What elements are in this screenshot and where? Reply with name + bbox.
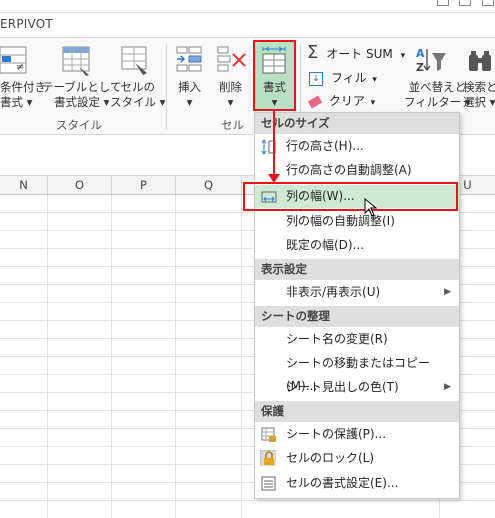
cell-style-label: セルの bbox=[120, 80, 155, 94]
sort-filter-label: 並べ替えと bbox=[408, 80, 467, 94]
sort-filter-label-2: フィルター ▾ bbox=[404, 95, 471, 109]
sort-filter-button[interactable]: 並べ替えと フィルター ▾ bbox=[404, 80, 471, 110]
fill-label: フィル bbox=[330, 71, 367, 85]
tab-powerpivot[interactable]: ERPIVOT bbox=[0, 17, 53, 31]
menu-header-protection: 保護 bbox=[255, 401, 459, 422]
help-icon[interactable] bbox=[437, 0, 449, 6]
menu-header-organize: シートの整理 bbox=[255, 306, 459, 327]
insert-button[interactable]: 挿入 ▾ bbox=[178, 80, 201, 110]
menu-item-label: 列の幅の自動調整(I) bbox=[286, 214, 395, 228]
cell-style-icon bbox=[121, 46, 147, 75]
annotation-arrow bbox=[273, 109, 275, 175]
menu-item-row-autofit[interactable]: 行の高さの自動調整(A) bbox=[255, 159, 459, 182]
menu-item-label: シート見出しの色(T) bbox=[286, 380, 399, 394]
protect-sheet-icon bbox=[261, 427, 276, 442]
column-header-q[interactable]: Q bbox=[176, 176, 242, 194]
binoculars-icon bbox=[469, 51, 491, 71]
clear-label: クリア bbox=[328, 94, 365, 108]
conditional-format-label: 条件付き bbox=[0, 80, 46, 94]
table-format-label-2-text: 書式設定 bbox=[54, 95, 101, 109]
svg-text:Z: Z bbox=[416, 61, 424, 74]
autosum-icon: Σ bbox=[307, 42, 319, 63]
sort-filter-label-2-text: フィルター bbox=[404, 95, 462, 109]
menu-item-row-height[interactable]: 行の高さ(H)... bbox=[255, 135, 459, 158]
mouse-cursor-icon bbox=[364, 198, 378, 217]
menu-item-label: 行の高さの自動調整(A) bbox=[286, 163, 412, 177]
find-select-label-2-text: 選択 bbox=[463, 95, 486, 109]
ribbon-display-icon[interactable] bbox=[459, 0, 471, 6]
group-label-cells: セル bbox=[221, 118, 244, 132]
eraser-icon bbox=[307, 95, 323, 108]
find-select-label-2: 選択 ▾ bbox=[463, 95, 495, 109]
menu-item-tab-color[interactable]: シート見出しの色(T) ▶ bbox=[255, 376, 459, 399]
cell-style-button[interactable]: セルの スタイル ▾ bbox=[110, 80, 165, 110]
conditional-format-label-2-text: 書式 bbox=[0, 95, 23, 109]
cell-style-label-2: スタイル ▾ bbox=[110, 95, 166, 109]
clear-button[interactable]: クリア ▾ bbox=[307, 91, 376, 111]
sort-filter-icon: A Z bbox=[416, 47, 446, 74]
conditional-format-icon: ≠ bbox=[0, 46, 27, 74]
svg-text:A: A bbox=[416, 47, 425, 60]
menu-item-label: シート名の変更(R) bbox=[286, 332, 388, 346]
format-dropdown-menu: セルのサイズ 行の高さ(H)... 行の高さの自動調整(A) 列の幅(W)...… bbox=[254, 112, 460, 499]
menu-item-label: 非表示/再表示(U) bbox=[286, 285, 381, 299]
menu-item-default-width[interactable]: 既定の幅(D)... bbox=[255, 234, 459, 257]
menu-item-column-autofit[interactable]: 列の幅の自動調整(I) bbox=[255, 210, 459, 233]
fill-icon: ↓ bbox=[309, 71, 323, 86]
menu-item-label: シートの保護(P)... bbox=[286, 427, 387, 441]
menu-item-hide-unhide[interactable]: 非表示/再表示(U) ▶ bbox=[255, 281, 459, 304]
svg-text:≠: ≠ bbox=[16, 62, 24, 73]
delete-label: 削除 bbox=[219, 80, 242, 94]
find-select-label: 検索と bbox=[463, 80, 495, 94]
clear-dropdown-icon: ▾ bbox=[370, 98, 376, 108]
menu-item-rename-sheet[interactable]: シート名の変更(R) bbox=[255, 328, 459, 351]
autosum-label: オート SUM bbox=[326, 47, 393, 61]
autosum-button[interactable]: Σ オート SUM ▾ bbox=[307, 43, 405, 63]
lock-icon bbox=[260, 450, 276, 466]
minimize-icon[interactable] bbox=[482, 0, 494, 6]
menu-item-move-copy-sheet[interactable]: シートの移動またはコピー(M)... bbox=[255, 352, 459, 393]
fill-button[interactable]: ↓ フィル ▾ bbox=[309, 68, 377, 88]
format-cells-dialog-icon bbox=[261, 476, 276, 491]
menu-item-label: セルのロック(L) bbox=[286, 451, 375, 465]
highlight-format-button bbox=[253, 40, 296, 111]
group-label-styles: スタイル bbox=[56, 118, 102, 132]
menu-item-label: 行の高さ(H)... bbox=[286, 139, 364, 153]
conditional-format-button[interactable]: 条件付き 書式 ▾ bbox=[0, 80, 46, 110]
fill-dropdown-icon: ▾ bbox=[372, 75, 377, 85]
column-header-n[interactable]: N bbox=[0, 176, 48, 194]
menu-header-visibility: 表示設定 bbox=[255, 259, 459, 280]
submenu-arrow-icon: ▶ bbox=[444, 382, 451, 392]
delete-cells-icon bbox=[217, 46, 246, 72]
menu-item-label: セルの書式設定(E)... bbox=[286, 476, 399, 490]
menu-item-protect-sheet[interactable]: シートの保護(P)... bbox=[255, 423, 459, 446]
group-separator bbox=[166, 44, 167, 130]
insert-cells-icon bbox=[176, 46, 202, 72]
delete-dropdown-icon: ▾ bbox=[227, 95, 234, 109]
menu-item-format-cells[interactable]: セルの書式設定(E)... bbox=[255, 472, 459, 495]
submenu-arrow-icon: ▶ bbox=[444, 287, 451, 297]
column-header-o[interactable]: O bbox=[48, 176, 112, 194]
cell-style-label-2-text: スタイル bbox=[110, 95, 156, 109]
menu-item-label: 既定の幅(D)... bbox=[286, 238, 365, 252]
delete-button[interactable]: 削除 ▾ bbox=[219, 80, 242, 110]
table-format-icon bbox=[62, 46, 90, 76]
autosum-dropdown-icon: ▾ bbox=[400, 51, 406, 61]
ribbon-tab-row: ERPIVOT bbox=[0, 13, 495, 37]
insert-label: 挿入 bbox=[178, 80, 201, 94]
grid-line bbox=[0, 500, 495, 501]
find-select-button[interactable]: 検索と 選択 ▾ bbox=[463, 80, 495, 110]
menu-item-lock-cell[interactable]: セルのロック(L) bbox=[255, 447, 459, 470]
conditional-format-label-2: 書式 ▾ bbox=[0, 95, 33, 109]
title-bar bbox=[0, 0, 495, 13]
highlight-column-width-item bbox=[243, 182, 458, 211]
column-header-p[interactable]: P bbox=[112, 176, 176, 194]
insert-dropdown-icon: ▾ bbox=[186, 95, 193, 109]
menu-header-cell-size: セルのサイズ bbox=[255, 113, 459, 134]
